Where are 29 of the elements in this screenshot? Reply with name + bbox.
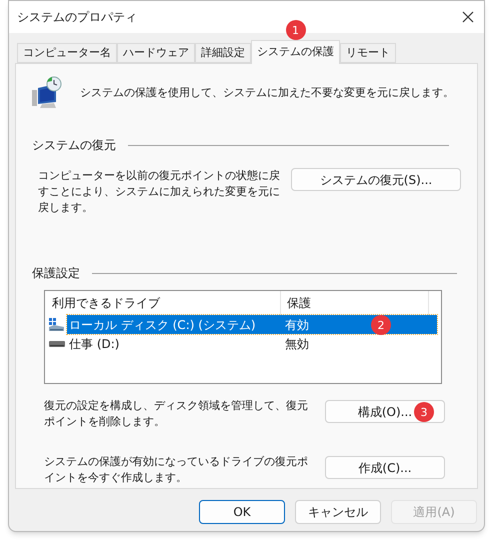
protection-status: 無効 [285,336,309,352]
tab[interactable]: コンピューター名 [17,43,117,63]
number-badge: 2 [371,315,391,335]
drive-icon [49,340,65,348]
dialog-button[interactable]: キャンセル [295,500,381,524]
window-title: システムのプロパティ [17,9,137,26]
close-icon[interactable] [462,11,474,23]
tab[interactable]: リモート [340,43,396,63]
protection-status: 有効 [285,316,309,334]
number-badge: 3 [414,402,434,422]
action-description: システムの保護が有効になっているドライブの復元ポイントを今すぐ作成します。 [44,454,309,486]
drive-row[interactable]: ローカル ディスク (C:) (システム) 有効 2 [67,315,437,334]
section-heading: システムの復元 [32,137,116,154]
description-text: システムの保護を使用して、システムに加えた不要な変更を元に戻します。 [80,84,454,101]
drive-row[interactable]: 仕事 (D:) 無効 [67,334,437,353]
drive-icon [49,318,65,332]
restore-description: コンピューターを以前の復元ポイントの状態に戻すことにより、システムに加えられた変更を元に戻します。 [38,168,281,216]
drive-name: ローカル ディスク (C:) (システム) [68,316,257,334]
section-heading: 保護設定 [32,265,80,282]
action-button[interactable]: システムの復元(S)... [291,168,461,191]
dialog-button[interactable]: OK [199,500,285,524]
tab[interactable]: システムの保護 [251,40,340,64]
tab[interactable]: 詳細設定 [195,43,251,63]
action-description: 復元の設定を構成し、ディスク領域を管理して、復元ポイントを削除します。 [44,398,309,430]
tab[interactable]: ハードウェア [117,43,195,63]
computer-restore-icon [30,76,64,110]
action-button[interactable]: 作成(C)... [325,456,445,479]
drive-name: 仕事 (D:) [68,336,120,352]
action-button[interactable]: 構成(O)... 3 [325,400,445,423]
